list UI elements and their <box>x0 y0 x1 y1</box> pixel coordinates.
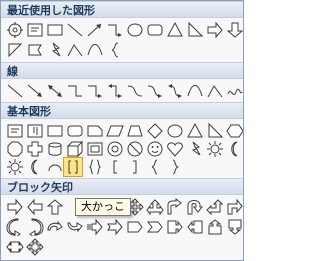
section-header-lines: 線 <box>1 62 243 79</box>
up-arrow-callout-icon[interactable] <box>206 218 224 236</box>
up-block-arrow-icon[interactable] <box>46 198 64 216</box>
donut-shape-icon[interactable] <box>106 140 124 158</box>
chevron-block-arrow-icon[interactable] <box>146 218 164 236</box>
triangle-shape-icon[interactable] <box>186 122 204 140</box>
oval-shape-icon[interactable] <box>166 122 184 140</box>
curved-double-arrow-connector-shape-icon[interactable] <box>166 82 184 100</box>
diamond-shape-icon[interactable] <box>146 122 164 140</box>
right-arrow-callout-icon[interactable] <box>166 218 184 236</box>
bent-up-block-arrow-icon[interactable] <box>166 198 184 216</box>
right-arrow-shape-icon[interactable] <box>206 21 224 39</box>
section-header-recent: 最近使用した図形 <box>1 1 243 18</box>
curved-left-block-arrow-icon[interactable] <box>26 218 44 236</box>
right-block-arrow-icon[interactable] <box>6 198 24 216</box>
right-brace-shape-icon[interactable] <box>166 158 184 176</box>
heart-shape-icon[interactable] <box>166 140 184 158</box>
section-header-basic: 基本図形 <box>1 102 243 119</box>
curve-shape-icon[interactable] <box>186 82 204 100</box>
u-turn-block-arrow-icon[interactable] <box>186 198 204 216</box>
moon-shape-icon[interactable] <box>226 140 243 158</box>
textbox-shape-icon[interactable] <box>26 21 44 39</box>
left-bracket-shape-icon[interactable] <box>106 158 124 176</box>
elbow-connector-shape-icon[interactable] <box>66 82 84 100</box>
left-brace-shape-icon[interactable] <box>146 158 164 176</box>
freeform-shape-icon[interactable] <box>206 82 224 100</box>
curved-up-block-arrow-icon[interactable] <box>46 218 64 236</box>
line-shape-icon[interactable] <box>6 82 24 100</box>
no-symbol-shape-icon[interactable] <box>126 140 144 158</box>
arrow-line-shape-icon[interactable] <box>86 21 104 39</box>
down-arrow-callout-icon[interactable] <box>226 218 243 236</box>
elbow-arrow-shape-icon[interactable] <box>106 21 124 39</box>
pentagon-block-arrow-icon[interactable] <box>126 218 144 236</box>
elbow-double-arrow-connector-shape-icon[interactable] <box>106 82 124 100</box>
textbox-shape-icon[interactable] <box>6 122 24 140</box>
cylinder-shape-icon[interactable] <box>46 140 64 158</box>
curved-connector-shape-icon[interactable] <box>126 82 144 100</box>
curve-shape-icon[interactable] <box>86 41 104 59</box>
double-arrow-line-shape-icon[interactable] <box>46 82 64 100</box>
snip-rectangle-shape-icon[interactable] <box>86 122 104 140</box>
shape-tooltip: 大かっこ <box>75 198 131 216</box>
octagon-shape-icon[interactable] <box>6 140 24 158</box>
smiley-face-shape-icon[interactable] <box>146 140 164 158</box>
gear-shape-icon[interactable] <box>6 158 24 176</box>
right-bracket-shape-icon[interactable] <box>126 158 144 176</box>
left-block-arrow-icon[interactable] <box>26 198 44 216</box>
curved-down-block-arrow-icon[interactable] <box>66 218 84 236</box>
shapes-gallery: 最近使用した図形 線 基本図形 ブロック矢印 大かっこ <box>0 0 244 261</box>
rounded-rectangle-shape-icon[interactable] <box>66 122 84 140</box>
triangle-shape-icon[interactable] <box>166 21 184 39</box>
bevel-shape-icon[interactable] <box>86 140 104 158</box>
bracket-pair-shape-icon[interactable] <box>63 157 83 177</box>
hexagon-shape-icon[interactable] <box>226 122 243 140</box>
left-right-up-block-arrow-icon[interactable] <box>146 198 164 216</box>
cube-shape-icon[interactable] <box>66 140 84 158</box>
cross-shape-icon[interactable] <box>26 140 44 158</box>
brace-shape-icon[interactable] <box>106 41 124 59</box>
left-up-block-arrow-icon[interactable] <box>206 198 224 216</box>
flowchart-shape-icon[interactable] <box>26 41 44 59</box>
section-header-block-arrows: ブロック矢印 <box>1 178 243 195</box>
arrow-line-shape-icon[interactable] <box>26 82 44 100</box>
left-arrow-callout-icon[interactable] <box>186 218 204 236</box>
down-arrow-shape-icon[interactable] <box>226 21 243 39</box>
parallelogram-shape-icon[interactable] <box>106 122 124 140</box>
scribble-shape-icon[interactable] <box>226 82 243 100</box>
line-shape-icon[interactable] <box>66 21 84 39</box>
left-right-arrow-callout-icon[interactable] <box>6 238 24 256</box>
bent-arrow-block-arrow-icon[interactable] <box>226 198 243 216</box>
lightning-shape-icon[interactable] <box>46 41 64 59</box>
arc-shape-icon[interactable] <box>46 158 64 176</box>
notched-right-block-arrow-icon[interactable] <box>106 218 124 236</box>
vertical-textbox-shape-icon[interactable] <box>26 122 44 140</box>
curved-arrow-connector-shape-icon[interactable] <box>146 82 164 100</box>
moon-shape-icon[interactable] <box>26 158 44 176</box>
quad-arrow-callout-icon[interactable] <box>26 238 44 256</box>
brace-pair-shape-icon[interactable] <box>86 158 104 176</box>
gear-shape-icon[interactable] <box>6 21 24 39</box>
curved-right-block-arrow-icon[interactable] <box>6 218 24 236</box>
oval-shape-icon[interactable] <box>126 21 144 39</box>
freeform-shape-icon[interactable] <box>66 41 84 59</box>
right-triangle-shape-icon[interactable] <box>206 122 224 140</box>
elbow-arrow-connector-shape-icon[interactable] <box>86 82 104 100</box>
rectangle-shape-icon[interactable] <box>46 122 64 140</box>
rectangle-shape-icon[interactable] <box>46 21 64 39</box>
half-frame-shape-icon[interactable] <box>6 41 24 59</box>
rounded-rectangle-shape-icon[interactable] <box>146 21 164 39</box>
striped-right-block-arrow-icon[interactable] <box>86 218 104 236</box>
sun-shape-icon[interactable] <box>206 140 224 158</box>
right-triangle-shape-icon[interactable] <box>186 21 204 39</box>
lightning-bolt-shape-icon[interactable] <box>186 140 204 158</box>
trapezoid-shape-icon[interactable] <box>126 122 144 140</box>
